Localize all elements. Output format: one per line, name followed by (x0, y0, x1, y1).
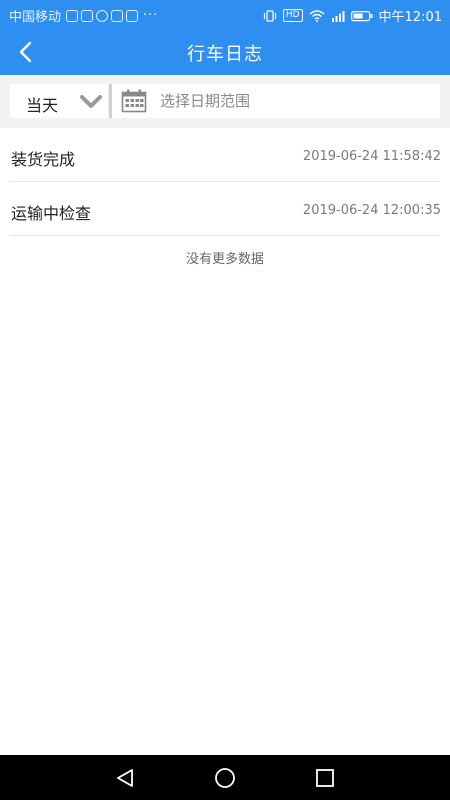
list-item[interactable]: 运输中检查 2019-06-24 12:00:35 (10, 182, 441, 236)
date-range-picker[interactable] (112, 84, 440, 118)
wifi-icon (309, 9, 325, 22)
app-header: 行车日志 (0, 28, 450, 75)
chat-icon (96, 9, 109, 22)
notification-icon (66, 9, 79, 22)
log-time: 2019-06-24 11:58:42 (302, 149, 441, 164)
system-nav-bar (0, 755, 450, 800)
log-time: 2019-06-24 12:00:35 (302, 203, 441, 218)
carrier-name: 中国移动 (9, 10, 62, 25)
period-label: 当天 (26, 96, 59, 115)
image-icon (81, 9, 94, 22)
paw-icon (111, 9, 124, 22)
status-bar-right: HD 中午12:01 (263, 6, 442, 25)
period-select[interactable]: 当天 (10, 84, 108, 118)
status-bar: 中国移动 ··· HD 中午12:01 (0, 0, 450, 28)
page-title: 行车日志 (187, 44, 263, 65)
triangle-back-icon (117, 769, 133, 787)
hd-badge: HD (282, 9, 303, 22)
log-title: 运输中检查 (11, 204, 92, 223)
signal-icon (331, 10, 345, 22)
nav-back-button[interactable] (112, 765, 138, 791)
list-item[interactable]: 装货完成 2019-06-24 11:58:42 (10, 128, 441, 182)
more-notifications-indicator: ··· (143, 8, 159, 23)
nav-recents-button[interactable] (312, 765, 338, 791)
date-range-input[interactable] (160, 84, 430, 118)
log-list: 装货完成 2019-06-24 11:58:42 运输中检查 2019-06-2… (0, 128, 450, 236)
filter-bar: 当天 (0, 75, 450, 128)
circle-home-icon (215, 768, 235, 788)
battery-icon (350, 10, 373, 22)
vibrate-icon (263, 9, 277, 22)
gallery-icon (126, 9, 139, 22)
log-title: 装货完成 (11, 150, 76, 169)
nav-home-button[interactable] (212, 765, 238, 791)
square-recents-icon (316, 769, 334, 787)
status-time: 中午12:01 (378, 10, 442, 25)
status-bar-left: 中国移动 ··· (9, 6, 158, 25)
no-more-data-text: 没有更多数据 (185, 252, 264, 267)
chevron-down-icon (80, 94, 102, 113)
calendar-icon (121, 89, 147, 117)
